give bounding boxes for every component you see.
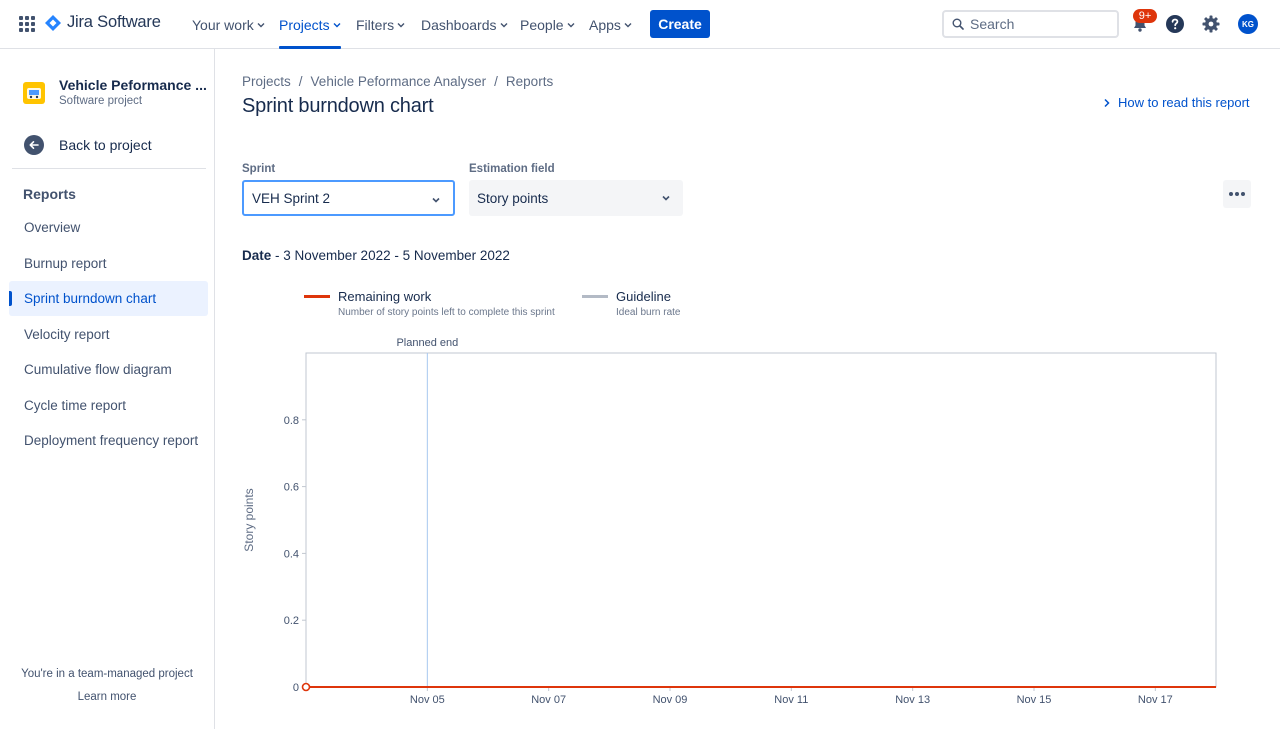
sidebar: Vehicle Peformance ... Software project …	[0, 49, 215, 729]
x-tick-label: Nov 07	[531, 694, 566, 706]
arrow-left-icon	[24, 135, 44, 155]
y-tick-label: 0.4	[284, 548, 299, 560]
project-type: Software project	[59, 95, 143, 107]
breadcrumb-separator: /	[494, 74, 498, 89]
search-input[interactable]	[970, 16, 1110, 32]
team-managed-note: You're in a team-managed project	[21, 668, 193, 680]
search-box[interactable]	[942, 10, 1119, 38]
sidebar-item-velocity-report[interactable]: Velocity report	[9, 317, 208, 352]
plot-frame	[305, 352, 1217, 688]
create-button[interactable]: Create	[650, 10, 710, 38]
nav-projects[interactable]: Projects	[279, 0, 341, 49]
y-tick-label: 0	[293, 682, 299, 694]
chevron-down-icon	[397, 22, 405, 27]
nav-label: People	[520, 16, 564, 33]
breadcrumb: Projects / Vehicle Peformance Analyser /…	[242, 74, 553, 89]
sidebar-item-sprint-burndown-chart[interactable]: Sprint burndown chart	[9, 281, 208, 316]
nav-dashboards[interactable]: Dashboards	[421, 0, 508, 49]
estimation-select[interactable]: Story points	[469, 180, 683, 216]
nav-your-work[interactable]: Your work	[192, 0, 265, 49]
how-to-read-label: How to read this report	[1118, 95, 1250, 110]
date-range: Date - 3 November 2022 - 5 November 2022	[242, 248, 510, 263]
sidebar-item-overview[interactable]: Overview	[9, 210, 208, 245]
app-switcher-icon[interactable]	[19, 16, 35, 32]
x-tick-label: Nov 13	[895, 694, 930, 706]
breadcrumb-separator: /	[298, 74, 303, 89]
dot-icon	[1229, 192, 1233, 196]
chevron-down-icon	[333, 22, 341, 27]
breadcrumb-project[interactable]: Vehicle Peformance Analyser	[311, 74, 487, 89]
jira-diamond-icon	[45, 14, 61, 31]
nav-people[interactable]: People	[520, 0, 575, 49]
jira-logo[interactable]: Jira Software	[45, 13, 161, 32]
nav-filters[interactable]: Filters	[356, 0, 405, 49]
chevron-down-icon	[567, 22, 575, 27]
project-avatar-icon[interactable]	[23, 82, 45, 104]
sprint-field-label: Sprint	[242, 163, 276, 175]
y-tick-label: 0.8	[284, 415, 299, 427]
legend-name: Remaining work	[338, 289, 432, 304]
sidebar-divider	[12, 168, 206, 169]
learn-more-link[interactable]: Learn more	[0, 691, 214, 703]
back-to-project-link[interactable]: Back to project	[24, 135, 152, 155]
date-value: - 3 November 2022 - 5 November 2022	[275, 248, 510, 263]
notifications-badge: 9+	[1133, 9, 1157, 23]
legend-guideline[interactable]: Guideline Ideal burn rate	[582, 289, 681, 318]
how-to-read-link[interactable]: How to read this report	[1103, 95, 1250, 110]
nav-apps[interactable]: Apps	[589, 0, 632, 49]
y-tick-label: 0.2	[284, 615, 299, 627]
back-label: Back to project	[59, 137, 152, 153]
sprint-select[interactable]: VEH Sprint 2	[242, 180, 455, 216]
chevron-down-icon	[500, 22, 507, 27]
breadcrumb-projects[interactable]: Projects	[242, 74, 291, 89]
sidebar-section-heading: Reports	[23, 186, 76, 202]
nav-label: Projects	[279, 16, 330, 33]
x-tick-label: Nov 17	[1138, 694, 1173, 706]
legend-desc: Number of story points left to complete …	[338, 307, 555, 318]
planned-end-label: Planned end	[396, 337, 458, 349]
sprint-select-value: VEH Sprint 2	[252, 190, 331, 206]
legend-swatch-remaining	[304, 295, 330, 298]
legend-desc: Ideal burn rate	[616, 307, 681, 318]
more-options-button[interactable]	[1223, 180, 1251, 208]
help-icon[interactable]	[1165, 14, 1185, 34]
burndown-chart: 0 0.2 0.4 0.6 0.8 Story points Nov 05 Nov 07 Nov…	[242, 337, 1217, 706]
chevron-down-icon	[257, 22, 265, 27]
user-avatar[interactable]: KG	[1238, 14, 1258, 34]
page-title: Sprint burndown chart	[242, 95, 434, 117]
nav-label: Apps	[589, 16, 621, 33]
x-tick-label: Nov 11	[774, 694, 808, 706]
legend-remaining-work[interactable]: Remaining work Number of story points le…	[304, 289, 555, 318]
dot-icon	[1235, 192, 1239, 196]
project-name[interactable]: Vehicle Peformance ...	[59, 77, 207, 93]
date-label: Date	[242, 248, 272, 263]
x-tick-label: Nov 09	[653, 694, 688, 706]
sidebar-item-cumulative-flow-diagram[interactable]: Cumulative flow diagram	[9, 352, 208, 387]
dot-icon	[1241, 192, 1245, 196]
settings-gear-icon[interactable]	[1201, 14, 1221, 34]
estimation-field-label: Estimation field	[469, 163, 555, 175]
nav-label: Your work	[192, 16, 254, 33]
nav-label: Filters	[356, 16, 395, 33]
x-tick-label: Nov 15	[1017, 694, 1052, 706]
estimation-select-value: Story points	[477, 190, 549, 206]
legend-name: Guideline	[616, 289, 671, 304]
chevron-down-icon	[624, 22, 632, 27]
series-remaining-work-point	[301, 682, 311, 692]
y-axis-label: Story points	[242, 488, 256, 551]
y-tick-label: 0.6	[284, 482, 299, 494]
nav-label: Dashboards	[421, 16, 497, 33]
chevron-right-icon	[1104, 98, 1110, 107]
x-tick-label: Nov 05	[410, 694, 445, 706]
chevron-down-icon	[662, 195, 670, 201]
logo-text: Jira Software	[67, 13, 161, 31]
legend-swatch-guideline	[582, 295, 608, 298]
sidebar-item-burnup-report[interactable]: Burnup report	[9, 246, 208, 281]
sidebar-item-deployment-frequency-report[interactable]: Deployment frequency report	[9, 423, 208, 458]
sidebar-item-cycle-time-report[interactable]: Cycle time report	[9, 388, 208, 423]
top-navigation: Jira Software Your work Projects Filters…	[0, 0, 1280, 49]
chevron-down-icon	[432, 197, 440, 203]
search-icon	[952, 18, 964, 30]
breadcrumb-reports[interactable]: Reports	[506, 74, 553, 89]
